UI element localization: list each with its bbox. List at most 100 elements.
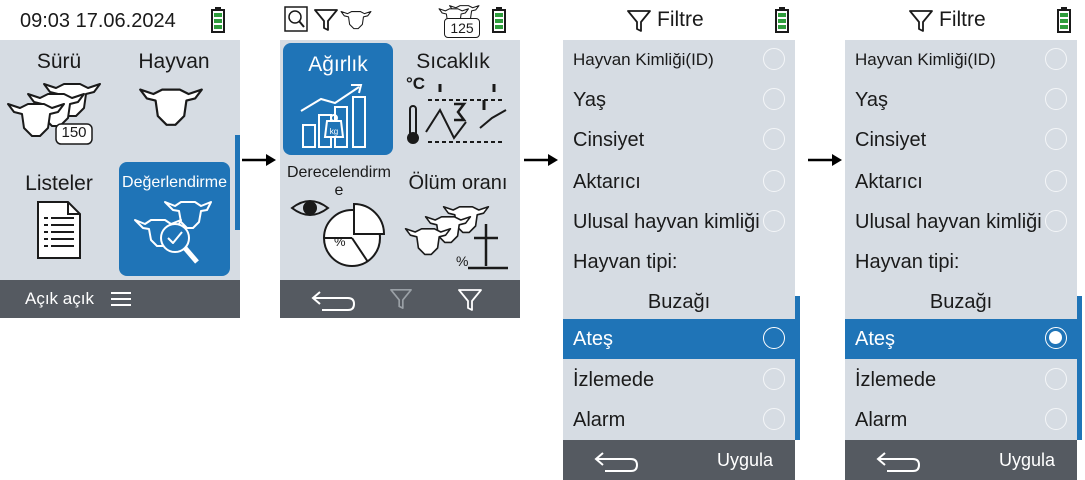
filter-item-animal-id[interactable]: Hayvan Kimliği(ID) [845,40,1077,80]
filter-item-transponder[interactable]: Aktarıcı [845,162,1077,202]
battery-icon [1057,7,1071,33]
main-menu-screen: 09:03 17.06.2024 Sürü 150 Hayvan Listele… [0,0,240,480]
tile-herd[interactable]: Sürü 150 [0,40,118,158]
filter-screen: Filtre Hayvan Kimliği(ID) Yaş Cinsiyet A… [563,0,800,480]
radio-button[interactable] [1045,170,1067,192]
filter-item-monitoring[interactable]: İzlemede [563,360,795,400]
filter-item-age[interactable]: Yaş [845,80,1077,120]
filter-item-sex[interactable]: Cinsiyet [563,120,795,160]
temperature-chart-icon [407,84,507,144]
filter-item-fever[interactable]: Ateş [563,319,795,359]
tile-mortality[interactable]: Ölüm oranı % [398,158,520,280]
bottom-bar: Uygula [845,440,1077,480]
back-arrow-icon[interactable] [310,288,356,312]
menu-panel: Sürü 150 Hayvan Listeler Değerlendirme [0,40,240,280]
radio-button[interactable] [1045,88,1067,110]
tile-label: Ölüm oranı [408,172,508,194]
battery-icon [211,7,225,33]
unit-label: kg [330,127,338,136]
section-label: Hayvan tipi: [573,250,678,273]
filter-item-monitoring[interactable]: İzlemede [845,360,1077,400]
filter-icon [314,8,338,32]
scrollbar[interactable] [1077,296,1082,440]
radio-button[interactable] [763,48,785,70]
bottom-label: Açık açık [25,289,94,308]
bottom-bar: Uygula [563,440,795,480]
item-label: Ulusal hayvan kimliği [855,210,1042,233]
section-label: Hayvan tipi: [855,250,960,273]
radio-button-checked[interactable] [1045,327,1067,349]
item-label: Yaş [573,88,606,111]
back-arrow-icon[interactable] [593,449,639,473]
tile-label: Değerlendirme [122,174,227,191]
group-label: Buzağı [929,290,993,313]
item-label: Ateş [855,327,896,350]
tile-label: Listeler [25,172,93,195]
battery-icon [492,7,506,33]
item-label: Hayvan Kimliği(ID) [855,50,996,69]
battery-icon [775,7,789,33]
filter-item-age[interactable]: Yaş [563,80,795,120]
cow-head-icon [340,8,372,30]
filter-item-sex[interactable]: Cinsiyet [845,120,1077,160]
radio-button[interactable] [763,210,785,232]
item-label: Alarm [855,408,908,431]
screen-title: Filtre [939,8,986,31]
item-label: İzlemede [855,368,937,391]
filter-list: Hayvan Kimliği(ID) Yaş Cinsiyet Aktarıcı… [563,40,795,440]
filter-section-animal-type: Hayvan tipi: [563,242,795,282]
rating-pie-icon: % [290,200,386,267]
item-label: Ateş [573,327,614,350]
bottom-bar [280,280,520,318]
filter-item-alarm[interactable]: Alarm [845,400,1077,440]
radio-button[interactable] [1045,210,1067,232]
menu-icon[interactable] [111,291,131,307]
filter-item-national-id[interactable]: Ulusal hayvan kimliği [845,202,1077,242]
status-bar: Filtre [563,0,795,40]
radio-button[interactable] [763,368,785,390]
radio-button[interactable] [1045,408,1067,430]
back-arrow-icon[interactable] [875,449,921,473]
time-date: 09:03 17.06.2024 [20,10,176,32]
radio-button[interactable] [1045,368,1067,390]
apply-button[interactable]: Uygula [717,450,773,471]
scrollbar[interactable] [235,135,240,230]
filter-item-fever[interactable]: Ateş [845,319,1077,359]
radio-button[interactable] [1045,48,1067,70]
tile-label: Ağırlık [308,53,368,76]
filter-group-calf: Buzağı [563,282,795,322]
filter-remove-icon[interactable] [390,288,412,310]
radio-button[interactable] [763,327,785,349]
radio-button[interactable] [763,128,785,150]
scrollbar[interactable] [795,296,800,440]
filter-list: Hayvan Kimliği(ID) Yaş Cinsiyet Aktarıcı… [845,40,1077,440]
item-label: Hayvan Kimliği(ID) [573,50,714,69]
item-label: Alarm [573,408,626,431]
status-bar: 09:03 17.06.2024 [0,0,240,40]
radio-button[interactable] [763,170,785,192]
filter-screen-selected: Filtre Hayvan Kimliği(ID) Yaş Cinsiyet A… [845,0,1082,480]
filter-icon[interactable] [458,288,482,312]
tile-weight[interactable]: Ağırlık kg [283,43,393,155]
right-arrow-icon [524,154,558,166]
radio-button[interactable] [763,88,785,110]
filter-item-alarm[interactable]: Alarm [563,400,795,440]
tile-animal[interactable]: Hayvan [118,40,240,158]
tile-lists[interactable]: Listeler [0,158,118,280]
radio-button[interactable] [763,408,785,430]
radio-button[interactable] [1045,128,1067,150]
tile-rating[interactable]: Derecelendirm e % [280,158,398,280]
filter-item-animal-id[interactable]: Hayvan Kimliği(ID) [563,40,795,80]
item-label: Yaş [855,88,888,111]
item-label: Ulusal hayvan kimliği [573,210,760,233]
filter-item-national-id[interactable]: Ulusal hayvan kimliği [563,202,795,242]
apply-button[interactable]: Uygula [999,450,1055,471]
right-arrow-icon [242,154,276,166]
item-label: Aktarıcı [573,170,641,193]
filter-group-calf: Buzağı [845,282,1077,322]
filter-item-transponder[interactable]: Aktarıcı [563,162,795,202]
mortality-icon: % [404,206,508,270]
tile-temperature[interactable]: Sıcaklık °C [398,40,520,158]
item-label: Aktarıcı [855,170,923,193]
tile-evaluation[interactable]: Değerlendirme [119,162,230,276]
